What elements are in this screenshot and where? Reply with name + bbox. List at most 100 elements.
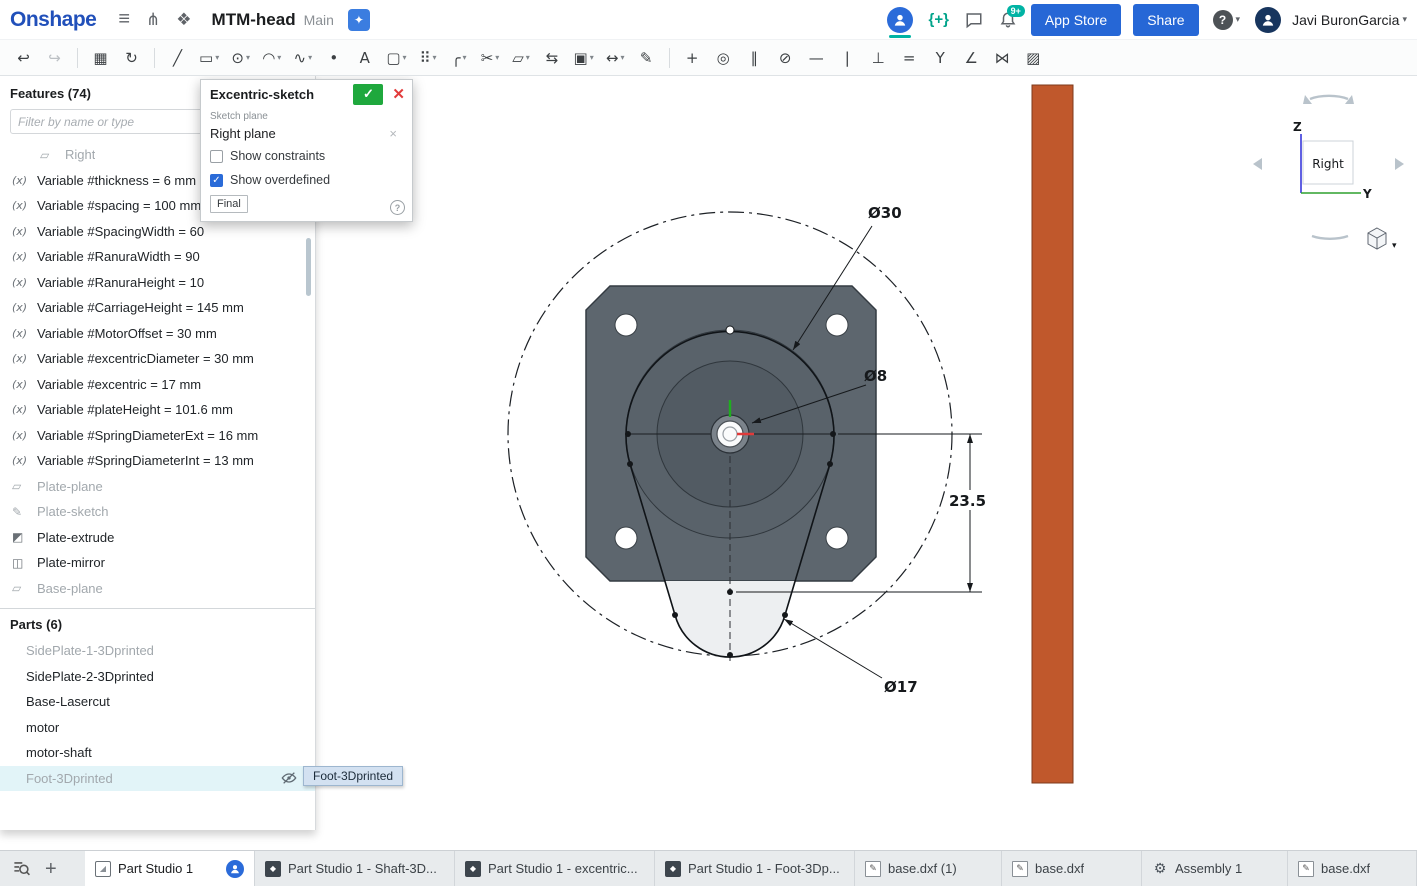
tab-base-dxf-1[interactable]: ✎ base.dxf (1) (855, 851, 1002, 886)
view-mode-selector[interactable]: ▾ (1368, 228, 1397, 251)
tab-part-studio-foot[interactable]: ◆ Part Studio 1 - Foot-3Dp... (655, 851, 855, 886)
side-plate-edge[interactable] (1032, 85, 1073, 783)
spline-tool-button[interactable]: ∿▾ (289, 44, 316, 72)
slot-tool-button[interactable]: ▢▾ (382, 44, 410, 72)
coincident-constraint-button[interactable]: + (679, 44, 706, 72)
rotate-left-arrow-icon[interactable] (1253, 158, 1262, 170)
help-menu[interactable]: ? ▾ (1213, 10, 1241, 30)
collaborator-avatar[interactable] (887, 7, 913, 33)
final-button[interactable]: Final (210, 195, 248, 213)
rotate-right-arrow-icon[interactable] (1395, 158, 1404, 170)
sketch-plane-field[interactable]: Right plane × (210, 122, 403, 144)
app-store-button[interactable]: App Store (1031, 4, 1121, 36)
feature-item-variable[interactable]: (x)Variable #SpacingWidth = 60 (0, 219, 315, 245)
mount-hole[interactable] (826, 527, 848, 549)
dim-height-label[interactable]: 23.5 (949, 492, 986, 510)
measure-button[interactable]: ↔▾ (602, 44, 629, 72)
pattern-tool-button[interactable]: ⠿▾ (415, 44, 442, 72)
normal-constraint-button[interactable]: ∠ (958, 44, 985, 72)
versions-icon[interactable]: ⋔ (146, 10, 160, 30)
user-name[interactable]: Javi BuronGarcia (1292, 12, 1399, 28)
undo-button[interactable]: ↩ (10, 44, 37, 72)
tab-part-studio-shaft[interactable]: ◆ Part Studio 1 - Shaft-3D... (255, 851, 455, 886)
trim-tool-button[interactable]: ✂▾ (477, 44, 504, 72)
part-item[interactable]: motor (0, 715, 315, 741)
mirror-tool-button[interactable]: ⇆ (539, 44, 566, 72)
tab-assembly-1[interactable]: ⚙ Assembly 1 (1142, 851, 1288, 886)
circle-tool-button[interactable]: ⊙▾ (227, 44, 254, 72)
hamburger-menu-icon[interactable]: ≡ (118, 8, 130, 31)
dim-dia17-label[interactable]: Ø17 (884, 678, 918, 696)
tab-base-dxf-2[interactable]: ✎ base.dxf (1002, 851, 1142, 886)
part-item[interactable]: SidePlate-1-3Dprinted (0, 638, 315, 664)
insert-image-button[interactable]: ▣▾ (570, 44, 598, 72)
feature-item-plate-extrude[interactable]: ◩Plate-extrude (0, 525, 315, 551)
comments-icon[interactable] (965, 11, 983, 29)
part-item[interactable]: Base-Lasercut (0, 689, 315, 715)
dim-dia8-label[interactable]: Ø8 (864, 367, 887, 385)
rotate-down-arrow-icon[interactable] (1312, 236, 1348, 239)
concentric-constraint-button[interactable]: ◎ (710, 44, 737, 72)
share-button[interactable]: Share (1133, 4, 1198, 36)
remove-selection-icon[interactable]: × (389, 126, 397, 141)
feature-item-plate-mirror[interactable]: ◫Plate-mirror (0, 550, 315, 576)
graphics-canvas[interactable]: Ø30 Ø8 23.5 Ø17 Right Z Y (316, 76, 1417, 850)
mount-hole[interactable] (615, 314, 637, 336)
show-overdefined-checkbox[interactable]: ✓ Show overdefined (210, 168, 403, 192)
add-tab-icon[interactable]: + (45, 859, 57, 879)
user-avatar[interactable] (1255, 7, 1281, 33)
part-item-foot-3dprinted[interactable]: Foot-3Dprinted (0, 766, 315, 792)
symmetric-constraint-button[interactable]: ⋈ (989, 44, 1016, 72)
feature-item-variable[interactable]: (x)Variable #CarriageHeight = 145 mm (0, 295, 315, 321)
fillet-tool-button[interactable]: ╭▾ (446, 44, 473, 72)
rollback-button[interactable]: ↻ (118, 44, 145, 72)
text-tool-button[interactable]: A (351, 44, 378, 72)
feature-item-plate-sketch[interactable]: ✎Plate-sketch (0, 499, 315, 525)
view-cube-face-label[interactable]: Right (1312, 157, 1344, 171)
panel-scrollbar[interactable] (306, 238, 311, 296)
vertical-constraint-button[interactable]: | (834, 44, 861, 72)
insert-dxf-button[interactable]: ▦ (87, 44, 114, 72)
document-publication-icon[interactable]: ✦ (348, 9, 370, 31)
feature-item-variable[interactable]: (x)Variable #MotorOffset = 30 mm (0, 321, 315, 347)
part-item[interactable]: SidePlate-2-3Dprinted (0, 664, 315, 690)
equal-constraint-button[interactable]: = (896, 44, 923, 72)
parallel-constraint-button[interactable]: ∥ (741, 44, 768, 72)
dialog-help-icon[interactable]: ? (390, 200, 405, 215)
confirm-button[interactable]: ✓ (353, 84, 383, 105)
feature-item-variable[interactable]: (x)Variable #plateHeight = 101.6 mm (0, 397, 315, 423)
line-tool-button[interactable]: ╱ (164, 44, 191, 72)
feature-item-plate-plane[interactable]: ▱Plate-plane (0, 474, 315, 500)
mount-hole[interactable] (826, 314, 848, 336)
crosshatch-button[interactable]: ▨ (1020, 44, 1047, 72)
cancel-icon[interactable]: ✕ (392, 85, 405, 103)
offset-tool-button[interactable]: ▱▾ (508, 44, 535, 72)
horizontal-constraint-button[interactable]: — (803, 44, 830, 72)
feature-item-base-plane[interactable]: ▱Base-plane (0, 576, 315, 602)
manage-tabs-icon[interactable] (12, 859, 31, 878)
featurescript-icon[interactable]: {+} (928, 11, 948, 28)
part-item[interactable]: motor-shaft (0, 740, 315, 766)
feature-item-variable[interactable]: (x)Variable #excentricDiameter = 30 mm (0, 346, 315, 372)
feature-item-variable[interactable]: (x)Variable #RanuraWidth = 90 (0, 244, 315, 270)
view-cube[interactable]: Right Z Y (1253, 95, 1404, 239)
feature-item-variable[interactable]: (x)Variable #RanuraHeight = 10 (0, 270, 315, 296)
chevron-down-icon[interactable]: ▾ (1392, 241, 1397, 251)
notifications-icon[interactable]: 9+ (999, 11, 1017, 29)
dim-dia30-label[interactable]: Ø30 (868, 204, 902, 222)
onshape-logo[interactable]: Onshape (10, 8, 96, 32)
feature-item-variable[interactable]: (x)Variable #excentric = 17 mm (0, 372, 315, 398)
rotate-up-arrow-icon[interactable] (1310, 96, 1348, 99)
rectangle-tool-button[interactable]: ▭▾ (195, 44, 223, 72)
dialog-header[interactable]: Excentric-sketch ✓ ✕ (201, 80, 412, 108)
follow-mode-icon[interactable]: ❖ (176, 10, 191, 30)
show-constraints-checkbox[interactable]: Show constraints (210, 144, 403, 168)
redo-button[interactable]: ↪ (41, 44, 68, 72)
hidden-eye-icon[interactable] (281, 770, 297, 786)
mount-hole[interactable] (615, 527, 637, 549)
workspace-name[interactable]: Main (304, 12, 334, 28)
point-tool-button[interactable]: • (320, 44, 347, 72)
style-button[interactable]: ✎ (633, 44, 660, 72)
tab-part-studio-1[interactable]: ◢ Part Studio 1 (85, 851, 255, 886)
midpoint-constraint-button[interactable]: Y (927, 44, 954, 72)
